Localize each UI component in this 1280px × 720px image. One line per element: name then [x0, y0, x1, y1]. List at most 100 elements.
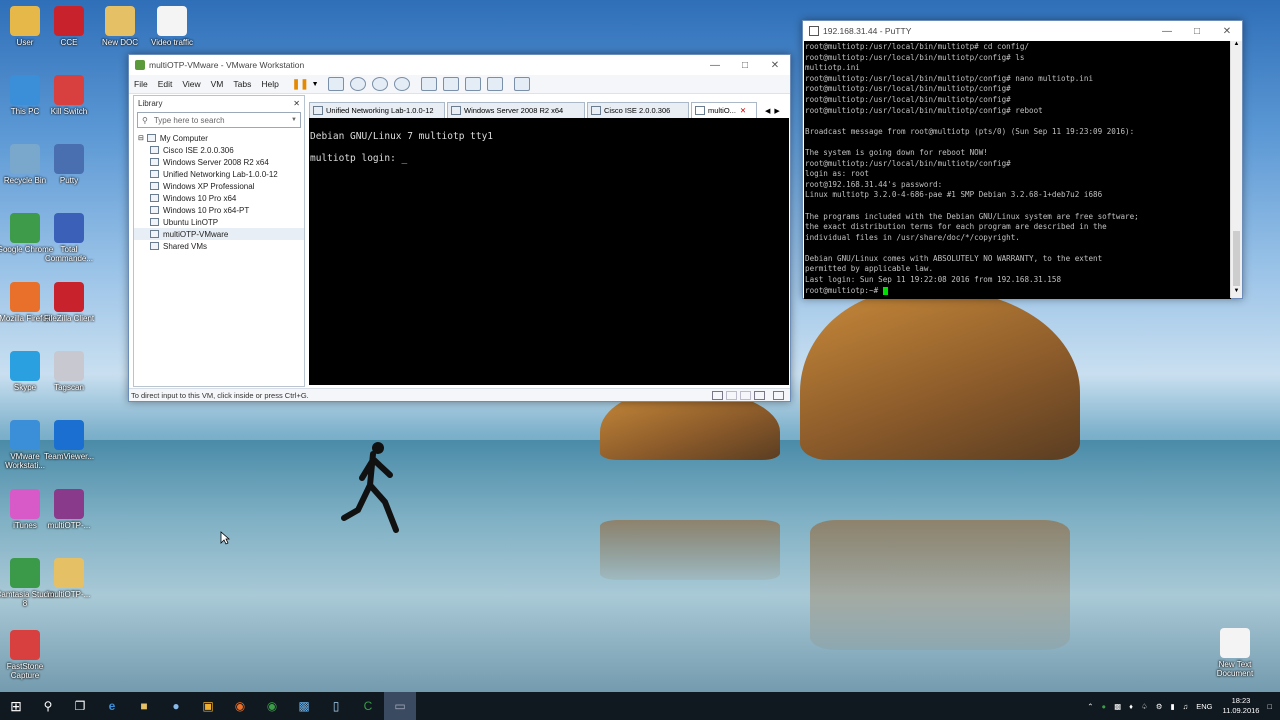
search-dropdown-icon[interactable]: ▼ [291, 117, 297, 123]
scroll-thumb[interactable] [1233, 231, 1240, 286]
putty-terminal[interactable]: root@multiotp:/usr/local/bin/multiotp# c… [804, 41, 1231, 299]
scroll-down-icon[interactable]: ▼ [1231, 288, 1242, 298]
dropdown-arrow-icon[interactable]: ▼ [312, 81, 319, 88]
tree-my-computer[interactable]: ⊟ My Computer [134, 132, 304, 144]
desktop-icon[interactable]: TeamViewer... [38, 420, 100, 461]
cd-drive-icon[interactable] [726, 390, 737, 400]
search-button[interactable]: ⚲ [32, 692, 64, 720]
tab-cisco-ise[interactable]: Cisco ISE 2.0.0.306 [587, 102, 689, 118]
tree-vm-item[interactable]: Unified Networking Lab-1.0.0-12 [134, 168, 304, 180]
task-view-button[interactable]: ❐ [64, 692, 96, 720]
usb-icon[interactable] [740, 390, 751, 400]
vmware-menubar: File Edit View VM Tabs Help ❚❚ ▼ [129, 75, 790, 94]
library-search-input[interactable]: ⚲ Type here to search ▼ [137, 112, 301, 128]
taskbar-vpn-icon[interactable]: ● [160, 692, 192, 720]
tab-multiotp[interactable]: multiO... ✕ [691, 102, 757, 118]
desktop-icon[interactable]: Kill Switch [38, 75, 100, 116]
tree-vm-item[interactable]: Windows XP Professional [134, 180, 304, 192]
snapshot-icon[interactable] [349, 77, 366, 91]
send-keys-icon[interactable] [327, 77, 344, 91]
language-indicator[interactable]: ENG [1196, 702, 1212, 711]
maximize-button[interactable]: □ [730, 55, 760, 75]
putty-icon [54, 144, 84, 174]
vm-console[interactable]: Debian GNU/Linux 7 multiotp tty1 multiot… [309, 118, 789, 385]
tab-scroll-right-icon[interactable]: ▶ [774, 107, 779, 115]
putty-window[interactable]: 192.168.31.44 - PuTTY — □ ✕ root@multiot… [802, 20, 1243, 299]
desktop-icon[interactable]: Total Commande... [38, 213, 100, 263]
desktop-icon-label: Putty [59, 176, 79, 185]
unity-icon[interactable] [486, 77, 503, 91]
revert-snapshot-icon[interactable] [371, 77, 388, 91]
tray-battery-icon[interactable]: ▮ [1170, 702, 1174, 711]
tray-shield-icon[interactable]: ♦ [1129, 702, 1133, 711]
taskbar-vmware-icon[interactable]: ▣ [192, 692, 224, 720]
sidebar-toggle-icon[interactable] [420, 77, 437, 91]
taskbar-notepad-icon[interactable]: ▯ [320, 692, 352, 720]
putty-scrollbar[interactable]: ▲ ▼ [1230, 41, 1242, 298]
close-button[interactable]: ✕ [760, 55, 790, 75]
minimize-button[interactable]: — [1152, 21, 1182, 41]
network-adapter-icon[interactable] [754, 390, 765, 400]
tray-volume-icon[interactable]: ♫ [1183, 702, 1189, 711]
message-log-icon[interactable] [773, 390, 784, 400]
tab-unified-networking-lab[interactable]: Unified Networking Lab-1.0.0-12 [309, 102, 445, 118]
tray-network-icon[interactable]: ▩ [1114, 702, 1121, 711]
console-view-icon[interactable] [513, 77, 530, 91]
tree-vm-item[interactable]: Ubuntu LinOTP [134, 216, 304, 228]
desktop-icon[interactable]: multiOTP-... [38, 489, 100, 530]
close-library-icon[interactable]: ✕ [293, 99, 300, 108]
tree-vm-item[interactable]: Windows Server 2008 R2 x64 [134, 156, 304, 168]
vmware-window[interactable]: multiOTP-VMware - VMware Workstation — □… [128, 54, 791, 402]
taskbar-firefox-icon[interactable]: ◉ [224, 692, 256, 720]
desktop-icon[interactable]: multiOTP-... [38, 558, 100, 599]
putty-title: 192.168.31.44 - PuTTY [823, 26, 912, 36]
full-screen-icon[interactable] [464, 77, 481, 91]
desktop-icon[interactable]: Tagscan [38, 351, 100, 392]
total-commander-icon [54, 213, 84, 243]
vmware-titlebar[interactable]: multiOTP-VMware - VMware Workstation — □… [129, 55, 790, 75]
taskbar-remote-desktop-icon[interactable]: ▩ [288, 692, 320, 720]
snapshot-manager-icon[interactable] [393, 77, 410, 91]
tray-usb-icon[interactable]: ⚙ [1156, 702, 1163, 711]
desktop-icon[interactable]: New Text Document [1204, 628, 1266, 678]
menu-view[interactable]: View [177, 79, 205, 89]
desktop-icon[interactable]: FastStone Capture [0, 630, 56, 680]
tab-scroll-left-icon[interactable]: ◀ [765, 107, 770, 115]
tray-app-icon[interactable]: ● [1102, 702, 1107, 711]
tree-vm-item[interactable]: Cisco ISE 2.0.0.306 [134, 144, 304, 156]
thumbnail-bar-icon[interactable] [442, 77, 459, 91]
maximize-button[interactable]: □ [1182, 21, 1212, 41]
tree-vm-item[interactable]: Windows 10 Pro x64-PT [134, 204, 304, 216]
tab-close-icon[interactable]: ✕ [740, 106, 746, 115]
library-panel: Library ✕ ⚲ Type here to search ▼ ⊟ My C… [133, 95, 305, 387]
menu-help[interactable]: Help [256, 79, 283, 89]
tab-windows-server[interactable]: Windows Server 2008 R2 x64 [447, 102, 585, 118]
close-button[interactable]: ✕ [1212, 21, 1242, 41]
taskbar-chrome-icon[interactable]: ◉ [256, 692, 288, 720]
minimize-button[interactable]: — [700, 55, 730, 75]
menu-tabs[interactable]: Tabs [228, 79, 256, 89]
menu-file[interactable]: File [129, 79, 153, 89]
menu-vm[interactable]: VM [206, 79, 229, 89]
hard-disk-icon[interactable] [712, 390, 723, 400]
taskbar-putty-icon[interactable]: ▭ [384, 692, 416, 720]
taskbar-edge-icon[interactable]: e [96, 692, 128, 720]
taskbar-explorer-icon[interactable]: ■ [128, 692, 160, 720]
clock[interactable]: 18:23 11.09.2016 [1222, 696, 1259, 716]
menu-edit[interactable]: Edit [153, 79, 178, 89]
scroll-up-icon[interactable]: ▲ [1231, 41, 1242, 51]
tree-shared-vms[interactable]: Shared VMs [134, 240, 304, 252]
tray-security-icon[interactable]: ♤ [1141, 702, 1148, 711]
notifications-icon[interactable]: □ [1267, 702, 1272, 711]
collapse-icon[interactable]: ⊟ [138, 134, 144, 142]
tree-vm-item[interactable]: Windows 10 Pro x64 [134, 192, 304, 204]
desktop-icon[interactable]: Video traffic [141, 6, 203, 47]
tree-vm-item[interactable]: multiOTP-VMware [134, 228, 304, 240]
desktop-icon[interactable]: FileZilla Client [38, 282, 100, 323]
putty-titlebar[interactable]: 192.168.31.44 - PuTTY — □ ✕ [803, 21, 1242, 41]
start-button[interactable]: ⊞ [0, 692, 32, 720]
desktop-icon[interactable]: Putty [38, 144, 100, 185]
taskbar-camtasia-icon[interactable]: C [352, 692, 384, 720]
tray-chevron-icon[interactable]: ⌃ [1087, 702, 1093, 711]
pause-icon[interactable]: ❚❚ [292, 79, 309, 90]
